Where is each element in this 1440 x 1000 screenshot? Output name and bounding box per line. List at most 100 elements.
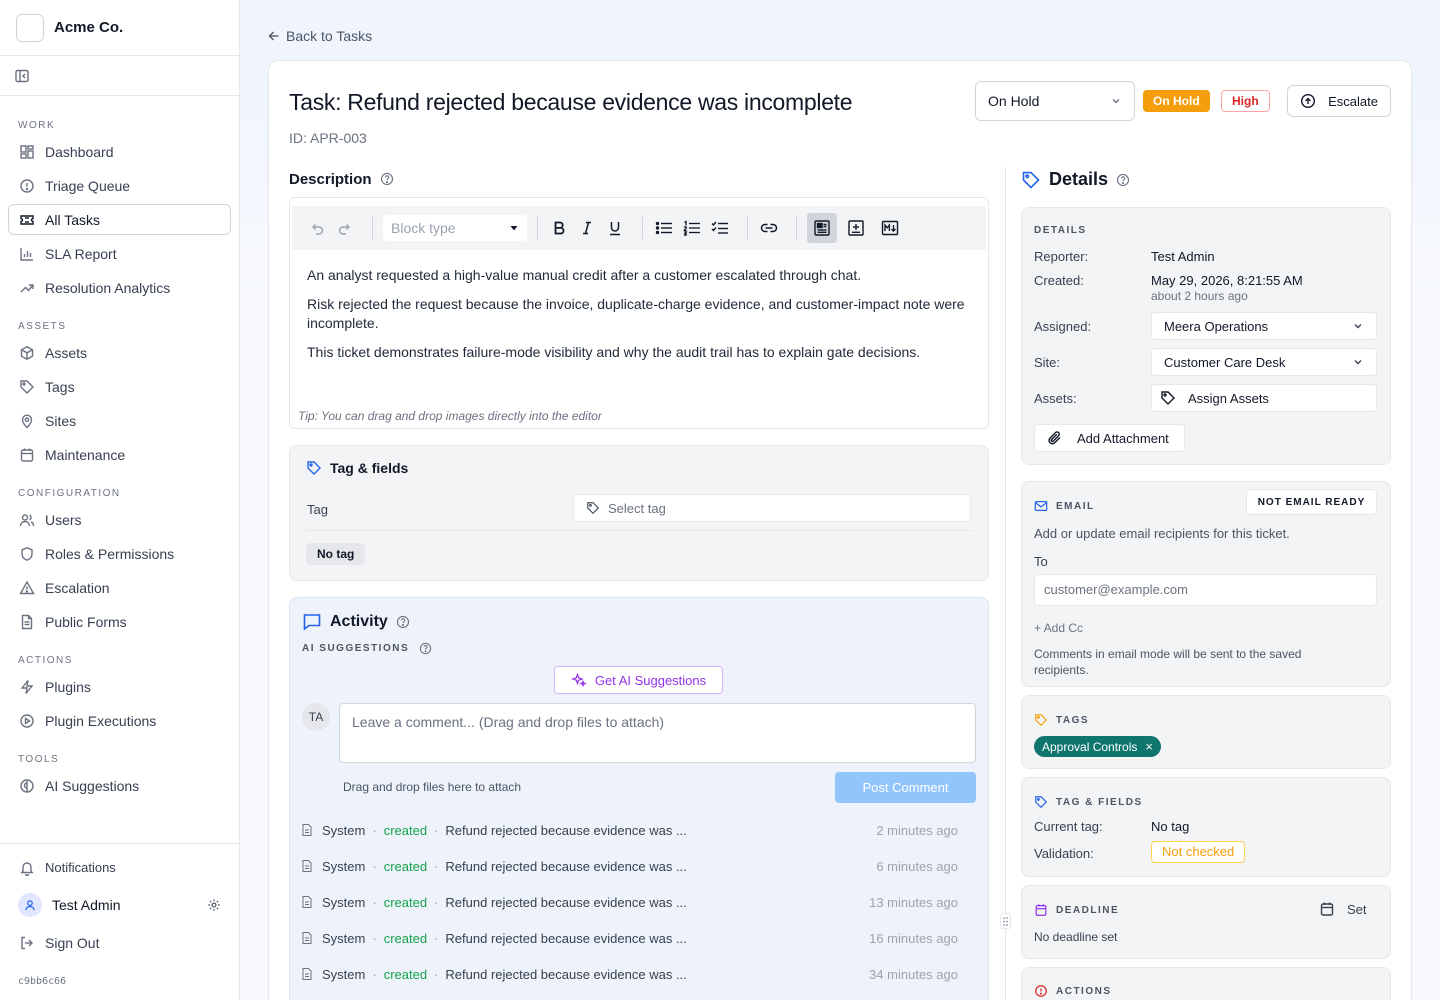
separator-dot: · bbox=[434, 930, 439, 946]
activity-actor: System bbox=[322, 822, 366, 838]
bullet-list-icon[interactable] bbox=[653, 217, 675, 239]
post-comment-button[interactable]: Post Comment bbox=[835, 772, 976, 803]
sidebar-item-sla-report[interactable]: SLA Report bbox=[8, 238, 231, 269]
separator-dot: · bbox=[434, 966, 439, 982]
activity-heading-label: Activity bbox=[330, 613, 388, 630]
to-label: To bbox=[1034, 554, 1048, 569]
sidebar-item-triage-queue[interactable]: Triage Queue bbox=[8, 170, 231, 201]
sidebar-item-maintenance[interactable]: Maintenance bbox=[8, 439, 231, 470]
sidebar: Acme Co. WORK Dashboard Triage Queue All… bbox=[0, 0, 240, 1000]
set-deadline-label: Set bbox=[1347, 901, 1367, 917]
description-editor: Block type An analyst requested a high-v… bbox=[289, 197, 989, 429]
sidebar-item-resolution-analytics[interactable]: Resolution Analytics bbox=[8, 272, 231, 303]
sidebar-item-ai-suggestions[interactable]: AI Suggestions bbox=[8, 770, 231, 801]
sidebar-item-label: SLA Report bbox=[45, 245, 117, 262]
back-to-tasks-link[interactable]: Back to Tasks bbox=[268, 28, 372, 44]
activity-summary[interactable]: Refund rejected because evidence was ... bbox=[445, 967, 686, 982]
sidebar-item-public-forms[interactable]: Public Forms bbox=[8, 606, 231, 637]
brain-icon bbox=[19, 778, 45, 794]
activity-summary[interactable]: Refund rejected because evidence was ... bbox=[445, 931, 686, 946]
shield-icon bbox=[19, 546, 45, 562]
log-out-icon bbox=[19, 935, 45, 951]
sign-out-button[interactable]: Sign Out bbox=[8, 927, 231, 958]
sidebar-item-tags[interactable]: Tags bbox=[8, 371, 231, 402]
chevron-down-icon bbox=[1352, 356, 1364, 368]
comment-input[interactable]: Leave a comment... (Drag and drop files … bbox=[339, 703, 976, 763]
insert-block-icon[interactable] bbox=[845, 217, 867, 239]
sidebar-item-escalation[interactable]: Escalation bbox=[8, 572, 231, 603]
sidebar-item-plugins[interactable]: Plugins bbox=[8, 671, 231, 702]
markdown-icon[interactable] bbox=[879, 217, 901, 239]
help-circle-icon[interactable] bbox=[396, 615, 418, 629]
toolbar-divider bbox=[372, 217, 373, 239]
underline-icon[interactable] bbox=[604, 217, 626, 239]
activity-summary[interactable]: Refund rejected because evidence was ... bbox=[445, 895, 686, 910]
sidebar-item-sites[interactable]: Sites bbox=[8, 405, 231, 436]
bold-icon[interactable] bbox=[548, 217, 570, 239]
remove-tag-icon[interactable]: × bbox=[1145, 739, 1153, 754]
activity-timestamp: 34 minutes ago bbox=[869, 966, 958, 982]
email-status-button[interactable]: NOT EMAIL READY bbox=[1246, 489, 1377, 515]
left-column: Description Block type An analyst reques… bbox=[289, 169, 989, 1000]
sidebar-item-label: Roles & Permissions bbox=[45, 545, 175, 562]
users-icon bbox=[19, 512, 45, 528]
grip-vertical-icon bbox=[1003, 916, 1008, 926]
tag-icon bbox=[586, 501, 600, 515]
sidebar-item-users[interactable]: Users bbox=[8, 504, 231, 535]
sidebar-item-roles-permissions[interactable]: Roles & Permissions bbox=[8, 538, 231, 569]
help-circle-icon[interactable] bbox=[1116, 173, 1138, 187]
created-label: Created: bbox=[1034, 273, 1084, 288]
tags-caption: TAGS bbox=[1034, 713, 1089, 727]
assigned-select[interactable]: Meera Operations bbox=[1151, 312, 1377, 340]
package-icon bbox=[19, 345, 45, 361]
brand[interactable]: Acme Co. bbox=[0, 0, 239, 56]
assign-assets-button[interactable]: Assign Assets bbox=[1151, 384, 1377, 412]
assigned-value: Meera Operations bbox=[1164, 318, 1269, 334]
resize-handle[interactable] bbox=[1000, 913, 1011, 929]
sidebar-item-all-tasks[interactable]: All Tasks bbox=[8, 204, 231, 235]
file-icon bbox=[302, 896, 312, 908]
select-tag-input[interactable]: Select tag bbox=[573, 494, 971, 522]
undo-icon[interactable] bbox=[306, 217, 328, 239]
checklist-icon[interactable] bbox=[709, 217, 731, 239]
site-select[interactable]: Customer Care Desk bbox=[1151, 348, 1377, 376]
tags-box: TAGS Approval Controls × bbox=[1021, 695, 1391, 769]
current-tag-label: Current tag: bbox=[1034, 819, 1103, 834]
add-cc-link[interactable]: + Add Cc bbox=[1034, 621, 1083, 635]
calendar-icon bbox=[1034, 903, 1056, 917]
help-circle-icon[interactable] bbox=[372, 172, 394, 186]
image-block-icon[interactable] bbox=[807, 213, 837, 243]
activity-summary[interactable]: Refund rejected because evidence was ... bbox=[445, 823, 686, 838]
status-select[interactable]: On Hold bbox=[975, 81, 1135, 121]
email-to-input[interactable]: customer@example.com bbox=[1034, 574, 1377, 606]
gear-icon[interactable] bbox=[207, 898, 221, 912]
sidebar-item-plugin-executions[interactable]: Plugin Executions bbox=[8, 705, 231, 736]
add-attachment-button[interactable]: Add Attachment bbox=[1034, 424, 1185, 452]
deadline-caption-label: DEADLINE bbox=[1056, 904, 1120, 916]
italic-icon[interactable] bbox=[576, 217, 598, 239]
help-circle-icon[interactable] bbox=[419, 642, 440, 655]
sidebar-collapse-icon[interactable] bbox=[14, 68, 30, 84]
current-tag-value: No tag bbox=[1151, 819, 1190, 834]
activity-summary[interactable]: Refund rejected because evidence was ... bbox=[445, 859, 686, 874]
description-heading: Description bbox=[289, 169, 989, 189]
tag-chip-label: Approval Controls bbox=[1042, 739, 1138, 754]
sidebar-item-label: Tags bbox=[45, 378, 75, 395]
activity-entry: System · created · Refund rejected because e… bbox=[302, 928, 958, 948]
reporter-value: Test Admin bbox=[1151, 249, 1215, 264]
escalate-button[interactable]: Escalate bbox=[1287, 85, 1391, 117]
editor-content[interactable]: An analyst requested a high-value manual… bbox=[307, 266, 977, 372]
get-ai-suggestions-button[interactable]: Get AI Suggestions bbox=[554, 666, 723, 694]
redo-icon[interactable] bbox=[334, 217, 356, 239]
details-heading: Details bbox=[1021, 169, 1138, 190]
numbered-list-icon[interactable] bbox=[681, 217, 703, 239]
sidebar-item-dashboard[interactable]: Dashboard bbox=[8, 136, 231, 167]
sidebar-item-label: Public Forms bbox=[45, 613, 127, 630]
sidebar-item-notifications[interactable]: Notifications bbox=[8, 852, 231, 883]
sidebar-item-assets[interactable]: Assets bbox=[8, 337, 231, 368]
user-row[interactable]: Test Admin bbox=[8, 887, 231, 923]
set-deadline-button[interactable]: Set bbox=[1319, 901, 1367, 917]
sidebar-item-label: Plugin Executions bbox=[45, 712, 157, 729]
block-type-select[interactable]: Block type bbox=[383, 215, 527, 241]
link-icon[interactable] bbox=[758, 217, 780, 239]
